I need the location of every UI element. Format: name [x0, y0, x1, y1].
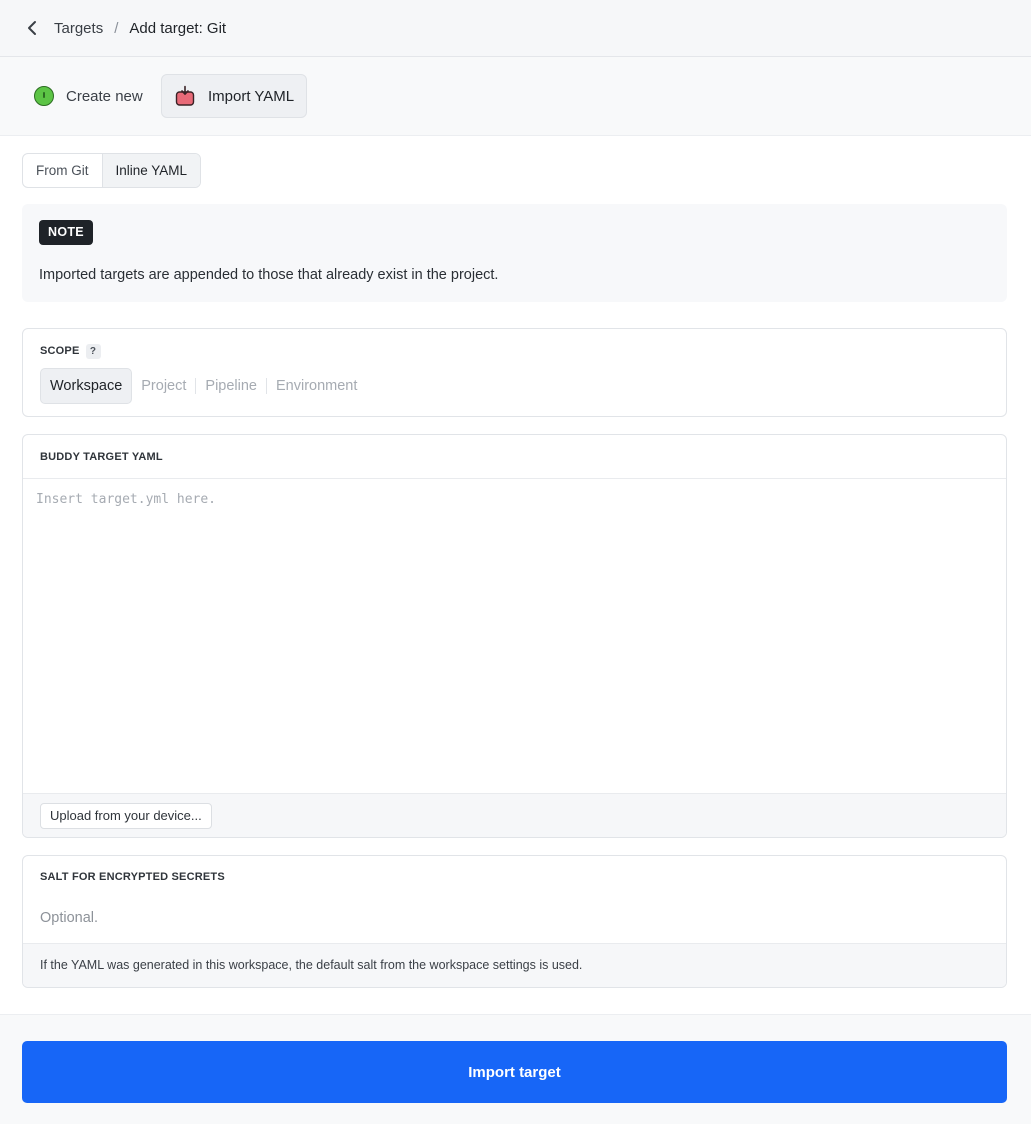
- yaml-card: BUDDY TARGET YAML Upload from your devic…: [22, 434, 1007, 838]
- scope-option-project[interactable]: Project: [132, 369, 195, 403]
- scope-label-text: SCOPE: [40, 345, 80, 357]
- tab-create-new[interactable]: Create new: [22, 74, 155, 118]
- action-bar: Import target: [0, 1014, 1031, 1124]
- salt-hint: If the YAML was generated in this worksp…: [23, 943, 1006, 987]
- tab-import-yaml[interactable]: Import YAML: [161, 74, 308, 118]
- scope-label: SCOPE?: [40, 344, 101, 359]
- upload-from-device-button[interactable]: Upload from your device...: [40, 803, 212, 829]
- import-target-button[interactable]: Import target: [22, 1041, 1007, 1103]
- chevron-left-icon: [28, 21, 36, 35]
- scope-selector: Workspace Project Pipeline Environment: [40, 368, 366, 404]
- salt-input[interactable]: [23, 892, 1006, 944]
- mode-tabs: Create new Import YAML: [0, 57, 1031, 136]
- note-box: NOTE Imported targets are appended to th…: [22, 204, 1007, 302]
- breadcrumb-targets[interactable]: Targets: [54, 20, 103, 37]
- scope-option-environment[interactable]: Environment: [267, 369, 366, 403]
- note-badge: NOTE: [39, 220, 93, 245]
- scope-help-icon[interactable]: ?: [85, 344, 101, 359]
- import-yaml-icon: [175, 85, 195, 106]
- tab-from-git[interactable]: From Git: [23, 154, 101, 187]
- yaml-card-header: BUDDY TARGET YAML: [23, 435, 1006, 479]
- tab-create-new-label: Create new: [66, 87, 143, 105]
- tab-inline-yaml[interactable]: Inline YAML: [101, 154, 201, 187]
- source-tabs: From Git Inline YAML: [22, 153, 202, 188]
- back-button[interactable]: [24, 20, 40, 36]
- top-header: Targets / Add target: Git: [0, 0, 1031, 57]
- create-new-icon: [34, 86, 54, 106]
- scope-option-workspace[interactable]: Workspace: [40, 368, 133, 404]
- salt-card: SALT FOR ENCRYPTED SECRETS If the YAML w…: [22, 855, 1007, 988]
- yaml-textarea[interactable]: [23, 480, 1006, 793]
- yaml-card-footer: Upload from your device...: [23, 793, 1006, 837]
- breadcrumb-separator: /: [114, 19, 119, 37]
- scope-option-pipeline[interactable]: Pipeline: [196, 369, 266, 403]
- page-title: Add target: Git: [129, 19, 227, 37]
- tab-import-yaml-label: Import YAML: [208, 87, 295, 105]
- scope-card: SCOPE? Workspace Project Pipeline Enviro…: [22, 328, 1007, 417]
- salt-label: SALT FOR ENCRYPTED SECRETS: [40, 871, 225, 883]
- note-text: Imported targets are appended to those t…: [39, 267, 499, 283]
- yaml-label: BUDDY TARGET YAML: [40, 451, 163, 463]
